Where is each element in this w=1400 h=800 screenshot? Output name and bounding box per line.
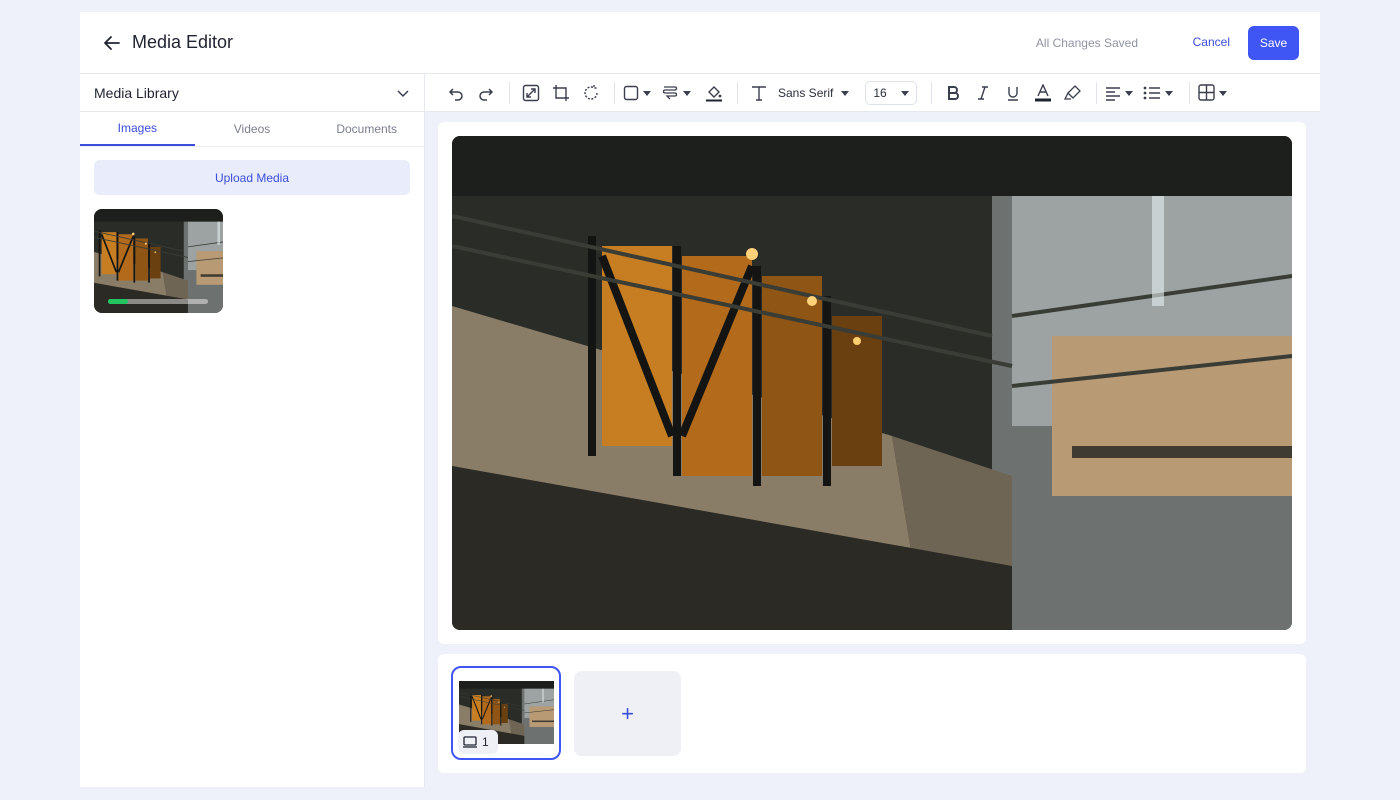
bold-button[interactable] <box>940 80 966 106</box>
editor-toolbar: Sans Serif 16 <box>425 74 1320 112</box>
caret-down-icon <box>901 90 910 96</box>
media-library-title: Media Library <box>94 84 179 101</box>
font-family-select[interactable]: Sans Serif <box>778 86 855 100</box>
italic-button[interactable] <box>970 80 996 106</box>
rectangle-icon <box>623 85 639 100</box>
fill-color-button[interactable] <box>701 80 727 106</box>
tab-videos[interactable]: Videos <box>195 112 310 146</box>
save-status: All Changes Saved <box>1035 36 1138 50</box>
resize-icon <box>522 84 540 101</box>
canvas-card <box>438 122 1306 644</box>
italic-icon <box>978 85 989 100</box>
toolbar-divider <box>737 81 738 104</box>
slide-strip: 1 + <box>438 654 1306 773</box>
slide-badge: 1 <box>458 730 498 754</box>
caret-down-icon <box>1219 90 1228 96</box>
crop-icon <box>553 84 569 101</box>
toolbar-divider <box>614 81 615 104</box>
list-button[interactable] <box>1143 80 1179 106</box>
toolbar-divider <box>1096 81 1098 104</box>
table-button[interactable] <box>1198 80 1233 106</box>
caret-down-icon <box>683 90 691 96</box>
highlighter-button[interactable] <box>1060 80 1086 106</box>
table-icon <box>1198 84 1216 101</box>
add-slide-button[interactable]: + <box>574 671 681 756</box>
tab-images[interactable]: Images <box>80 112 195 146</box>
library-image-thumbnail <box>94 209 223 313</box>
rotate-icon <box>584 84 598 100</box>
caret-down-icon <box>643 90 651 96</box>
upload-media-button[interactable]: Upload Media <box>94 160 410 195</box>
media-editor-window: Media Editor All Changes Saved Cancel Sa… <box>80 12 1320 787</box>
upload-progress-fill <box>108 299 128 304</box>
upload-progress-bar <box>108 299 208 304</box>
highlighter-icon <box>1064 84 1082 100</box>
redo-button[interactable] <box>473 80 499 106</box>
align-button[interactable] <box>1105 80 1139 106</box>
caret-down-icon <box>1165 90 1174 96</box>
caret-down-icon <box>841 90 850 96</box>
align-left-icon <box>1106 86 1121 101</box>
monitor-icon <box>463 736 477 748</box>
chevron-down-icon <box>397 89 409 97</box>
text-color-icon <box>1035 83 1052 101</box>
underline-icon <box>1008 86 1019 101</box>
resize-button[interactable] <box>518 80 544 106</box>
save-button[interactable]: Save <box>1248 26 1299 60</box>
toolbar-divider <box>1189 81 1191 104</box>
workspace: 1 + <box>425 112 1320 787</box>
text-tool-button[interactable] <box>746 80 772 106</box>
crop-button[interactable] <box>548 80 574 106</box>
bold-icon <box>948 85 960 100</box>
stroke-button[interactable] <box>661 80 697 106</box>
font-family-value: Sans Serif <box>778 85 834 100</box>
text-color-button[interactable] <box>1030 80 1056 106</box>
slide-thumbnail[interactable]: 1 <box>451 666 561 760</box>
factory-photo <box>452 136 1292 630</box>
tab-documents[interactable]: Documents <box>309 112 424 146</box>
arrow-left-icon <box>104 36 120 50</box>
stroke-icon <box>662 85 678 99</box>
header: Media Editor All Changes Saved Cancel Sa… <box>80 12 1320 74</box>
main-canvas-image[interactable] <box>452 136 1292 630</box>
rotate-button[interactable] <box>578 80 604 106</box>
media-library-sidebar: Media Library Images Videos Documents Up… <box>80 74 425 787</box>
fill-bucket-icon <box>706 85 722 101</box>
text-icon <box>752 85 766 101</box>
undo-button[interactable] <box>443 80 469 106</box>
toolbar-divider <box>509 81 510 104</box>
font-size-select[interactable]: 16 <box>865 80 918 105</box>
redo-icon <box>479 87 494 101</box>
slide-number: 1 <box>482 735 489 749</box>
caret-down-icon <box>1125 90 1134 96</box>
undo-icon <box>448 87 463 101</box>
toolbar-divider <box>931 81 933 104</box>
cancel-button[interactable]: Cancel <box>1193 35 1230 49</box>
back-button[interactable] <box>100 31 124 55</box>
media-tabs: Images Videos Documents <box>80 112 424 147</box>
page-title: Media Editor <box>132 32 234 52</box>
shape-button[interactable] <box>623 80 657 106</box>
underline-button[interactable] <box>1000 80 1026 106</box>
library-image-item[interactable] <box>94 209 223 313</box>
font-size-value: 16 <box>873 85 887 100</box>
bullet-list-icon <box>1143 86 1161 99</box>
media-library-dropdown[interactable]: Media Library <box>80 74 424 112</box>
